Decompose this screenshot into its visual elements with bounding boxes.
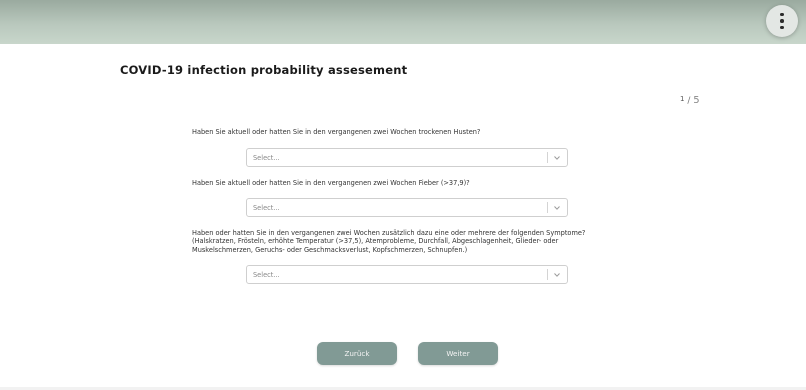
question-2-select[interactable]: Select... xyxy=(246,198,568,217)
select-placeholder: Select... xyxy=(253,154,280,162)
select-separator xyxy=(547,152,548,163)
current-step: 1 xyxy=(680,95,685,103)
question-1-label: Haben Sie aktuell oder hatten Sie in den… xyxy=(192,128,481,136)
chevron-down-icon[interactable] xyxy=(553,154,561,162)
question-3-select[interactable]: Select... xyxy=(246,265,568,284)
top-bar xyxy=(0,0,806,44)
page-title: COVID-19 infection probability assesemen… xyxy=(120,63,408,77)
total-steps: 5 xyxy=(693,95,700,106)
chevron-down-icon[interactable] xyxy=(553,271,561,279)
menu-dot xyxy=(780,19,784,23)
select-placeholder: Select... xyxy=(253,271,280,279)
menu-dot xyxy=(780,25,784,30)
step-separator: / xyxy=(687,96,691,106)
question-1-select[interactable]: Select... xyxy=(246,148,568,167)
chevron-down-icon[interactable] xyxy=(553,204,561,212)
select-placeholder: Select... xyxy=(253,204,280,212)
select-separator xyxy=(547,269,548,280)
more-vertical-icon[interactable] xyxy=(766,5,798,37)
menu-dot xyxy=(780,12,784,17)
question-2-label: Haben Sie aktuell oder hatten Sie in den… xyxy=(192,179,470,187)
step-indicator: 1 / 5 xyxy=(680,95,700,106)
select-separator xyxy=(547,202,548,213)
back-button[interactable]: Zurück xyxy=(317,342,397,365)
next-button[interactable]: Weiter xyxy=(418,342,498,365)
question-3-label: Haben oder hatten Sie in den vergangenen… xyxy=(192,229,586,254)
